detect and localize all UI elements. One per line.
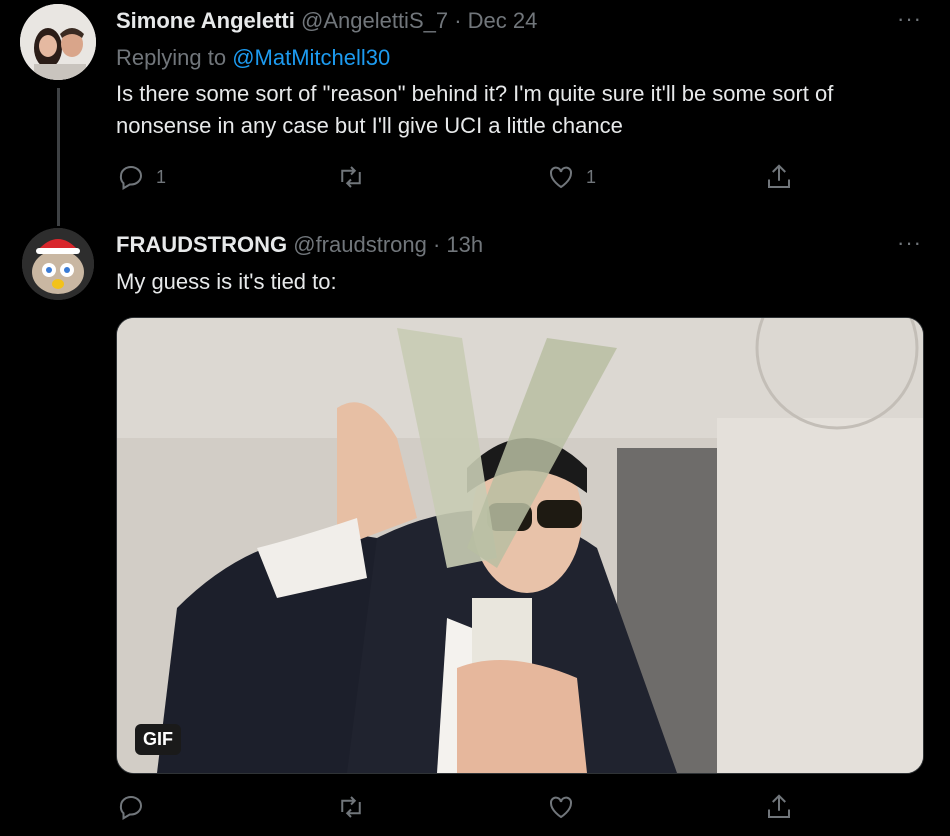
replying-to: Replying to @MatMitchell30 (116, 45, 390, 71)
display-name[interactable]: Simone Angeletti (116, 8, 295, 33)
retweet-button[interactable] (336, 162, 366, 192)
tweet-text: My guess is it's tied to: (116, 269, 337, 294)
handle[interactable]: @AngelettiS_7 (301, 8, 448, 33)
like-button[interactable] (546, 792, 576, 822)
like-count: 1 (586, 166, 597, 187)
share-button[interactable] (764, 792, 794, 822)
tweet-actions (116, 792, 806, 824)
tweet-text: Is there some sort of "reason" behind it… (116, 81, 834, 138)
reply-count: 1 (156, 166, 167, 187)
replying-to-label: Replying to (116, 45, 227, 70)
share-icon (768, 794, 790, 818)
tweet-actions: 1 1 (116, 162, 806, 194)
tweet-header: FRAUDSTRONG @fraudstrong · 13h (116, 232, 483, 258)
avatar[interactable] (22, 228, 94, 300)
heart-icon (549, 796, 573, 819)
mention-link[interactable]: @MatMitchell30 (232, 45, 390, 70)
heart-icon (549, 166, 573, 189)
tweet-simone[interactable]: Simone Angeletti @AngelettiS_7 · Dec 24 … (0, 0, 950, 226)
tweet-header: Simone Angeletti @AngelettiS_7 · Dec 24 (116, 8, 537, 34)
thread-line (57, 88, 60, 226)
handle[interactable]: @fraudstrong (293, 232, 427, 257)
reply-button[interactable] (116, 792, 146, 822)
display-name[interactable]: FRAUDSTRONG (116, 232, 287, 257)
share-icon (768, 164, 790, 188)
retweet-icon (341, 166, 361, 188)
gif-badge: GIF (135, 724, 181, 755)
like-button[interactable]: 1 (546, 162, 596, 192)
retweet-icon (341, 796, 361, 818)
gif-frame (117, 318, 923, 773)
reply-icon (119, 166, 142, 191)
avatar[interactable] (20, 4, 96, 80)
reply-icon (119, 796, 142, 821)
timestamp[interactable]: · 13h (433, 232, 483, 257)
share-button[interactable] (764, 162, 794, 192)
retweet-button[interactable] (336, 792, 366, 822)
reply-button[interactable]: 1 (116, 162, 166, 192)
gif-media[interactable]: GIF (116, 317, 924, 774)
more-icon[interactable]: ··· (897, 230, 922, 256)
more-icon[interactable]: ··· (897, 6, 922, 32)
timestamp[interactable]: · Dec 24 (454, 8, 537, 33)
